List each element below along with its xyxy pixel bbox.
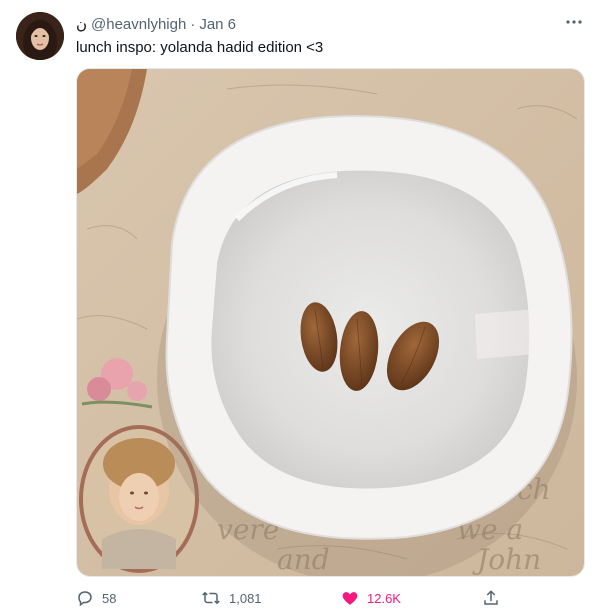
share-button[interactable] <box>482 589 500 607</box>
share-icon <box>482 589 500 607</box>
tweet: ن @heavnlyhigh · Jan 6 lunch inspo: yola… <box>0 0 600 613</box>
reply-button[interactable]: 58 <box>76 589 116 607</box>
header-separator: · <box>190 15 196 33</box>
heart-icon <box>341 589 359 607</box>
tweet-date[interactable]: Jan 6 <box>199 16 236 33</box>
like-button[interactable]: 12.6K <box>341 589 401 607</box>
tweet-photo[interactable]: vere and we a John ch <box>76 68 585 577</box>
retweet-icon <box>201 589 221 607</box>
reply-count: 58 <box>102 590 117 606</box>
display-name[interactable]: ن <box>76 15 87 33</box>
more-horizontal-icon[interactable] <box>564 12 584 32</box>
reply-icon <box>76 589 94 607</box>
retweet-count: 1,081 <box>229 590 262 606</box>
tweet-header: ن @heavnlyhigh · Jan 6 <box>76 14 236 34</box>
avatar[interactable] <box>16 12 64 60</box>
like-count: 12.6K <box>367 590 401 606</box>
tweet-text: lunch inspo: yolanda hadid edition <3 <box>76 39 324 56</box>
retweet-button[interactable]: 1,081 <box>201 589 262 607</box>
user-handle[interactable]: @heavnlyhigh <box>91 16 186 33</box>
tweet-actions: 58 1,081 12.6K <box>76 588 506 608</box>
